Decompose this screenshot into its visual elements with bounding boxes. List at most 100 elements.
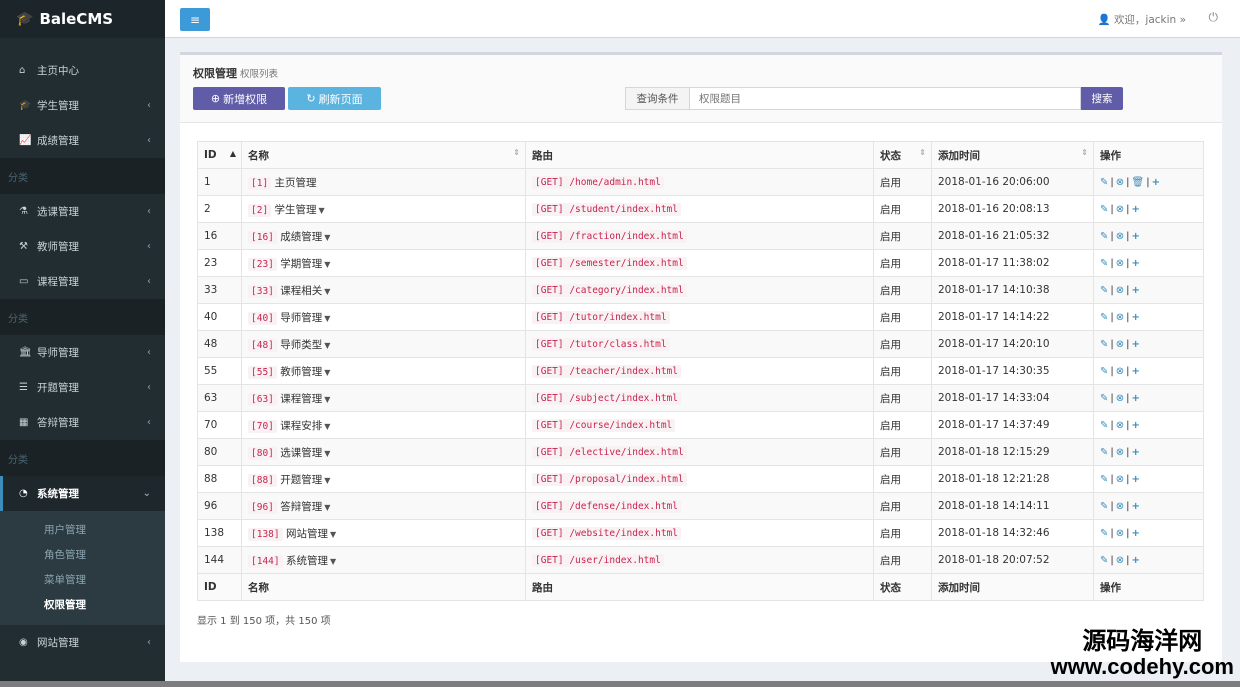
toggle-status-icon[interactable]: ⊗ [1116,447,1124,458]
sidebar-item-proposal[interactable]: ☰ 开题管理 ‹ [0,370,165,405]
edit-icon[interactable]: ✎ [1100,177,1108,188]
caret-down-icon[interactable]: ▼ [324,314,330,323]
rss-icon: ◉ [19,637,28,648]
column-header-status[interactable]: 状态 ⇕ [873,141,932,169]
toggle-status-icon[interactable]: ⊗ [1116,258,1124,269]
add-child-icon[interactable]: + [1132,204,1140,215]
caret-down-icon[interactable]: ▼ [330,557,336,566]
caret-down-icon[interactable]: ▼ [319,206,325,215]
edit-icon[interactable]: ✎ [1100,555,1108,566]
footer-header-name: 名称 [241,573,526,601]
toggle-status-icon[interactable]: ⊗ [1116,231,1124,242]
add-child-icon[interactable]: + [1132,420,1140,431]
add-child-icon[interactable]: + [1152,177,1160,188]
sidebar-subitem-roles[interactable]: 角色管理 [0,542,165,567]
edit-icon[interactable]: ✎ [1100,393,1108,404]
table-row: 144 [144] 系统管理 ▼ [GET] /user/index.html 启用 20… [197,546,1204,574]
sidebar-subitem-permissions[interactable]: 权限管理 [0,592,165,617]
edit-icon[interactable]: ✎ [1100,420,1108,431]
toggle-status-icon[interactable]: ⊗ [1116,528,1124,539]
add-child-icon[interactable]: + [1132,231,1140,242]
caret-down-icon[interactable]: ▼ [324,287,330,296]
cell-status: 启用 [873,492,932,520]
caret-down-icon[interactable]: ▼ [324,233,330,242]
toggle-status-icon[interactable]: ⊗ [1116,501,1124,512]
toggle-status-icon[interactable]: ⊗ [1116,204,1124,215]
caret-down-icon[interactable]: ▼ [324,422,330,431]
add-child-icon[interactable]: + [1132,285,1140,296]
sidebar-item-teacher[interactable]: ⚒ 教师管理 ‹ [0,229,165,264]
edit-icon[interactable]: ✎ [1100,258,1108,269]
add-child-icon[interactable]: + [1132,447,1140,458]
edit-icon[interactable]: ✎ [1100,231,1108,242]
permission-name: 教师管理 [280,365,323,378]
edit-icon[interactable]: ✎ [1100,366,1108,377]
cell-status: 启用 [873,546,932,574]
edit-icon[interactable]: ✎ [1100,447,1108,458]
user-menu[interactable]: 👤 欢迎，jackin » [1098,12,1186,27]
add-child-icon[interactable]: + [1132,528,1140,539]
toggle-status-icon[interactable]: ⊗ [1116,555,1124,566]
column-header-name[interactable]: 名称 ⇕ [241,141,526,169]
sidebar-subitem-menus[interactable]: 菜单管理 [0,567,165,592]
sidebar-toggle-button[interactable]: ≡ [180,8,210,31]
edit-icon[interactable]: ✎ [1100,528,1108,539]
sidebar-item-home[interactable]: ⌂ 主页中心 [0,53,165,88]
caret-down-icon[interactable]: ▼ [330,530,336,539]
add-child-icon[interactable]: + [1132,366,1140,377]
add-child-icon[interactable]: + [1132,258,1140,269]
toggle-status-icon[interactable]: ⊗ [1116,366,1124,377]
trash-icon[interactable]: 🗑 [1132,177,1145,188]
sidebar-item-score[interactable]: 📈 成绩管理 ‹ [0,123,165,158]
refresh-page-button[interactable]: ↻ 刷新页面 [288,87,381,110]
add-child-icon[interactable]: + [1132,501,1140,512]
caret-down-icon[interactable]: ▼ [324,260,330,269]
column-header-time[interactable]: 添加时间 ⇕ [931,141,1094,169]
search-input[interactable] [689,87,1081,110]
sidebar-item-course[interactable]: ▭ 课程管理 ‹ [0,264,165,299]
sidebar-item-elective[interactable]: ⚗ 选课管理 ‹ [0,194,165,229]
pagination-info: 显示 1 到 150 项，共 150 项 [197,616,331,627]
toggle-status-icon[interactable]: ⊗ [1116,339,1124,350]
sidebar-item-defense[interactable]: ▦ 答辩管理 ‹ [0,405,165,440]
permission-tag: [80] [248,446,277,460]
add-child-icon[interactable]: + [1132,474,1140,485]
toggle-status-icon[interactable]: ⊗ [1116,285,1124,296]
search-button[interactable]: 搜索 [1081,87,1123,110]
brand-logo[interactable]: 🎓 BaleCMS [0,0,165,38]
edit-icon[interactable]: ✎ [1100,285,1108,296]
power-icon[interactable]: ⏻ [1209,10,1219,25]
caret-down-icon[interactable]: ▼ [324,503,330,512]
column-header-id[interactable]: ID ▲ [197,141,242,169]
edit-icon[interactable]: ✎ [1100,501,1108,512]
toggle-status-icon[interactable]: ⊗ [1116,420,1124,431]
cell-actions: ✎ | ⊗ | + [1093,249,1204,277]
add-permission-button[interactable]: ⊕ 新增权限 [193,87,285,110]
caret-down-icon[interactable]: ▼ [324,449,330,458]
sidebar-subitem-users[interactable]: 用户管理 [0,517,165,542]
caret-down-icon[interactable]: ▼ [324,476,330,485]
add-child-icon[interactable]: + [1132,393,1140,404]
edit-icon[interactable]: ✎ [1100,312,1108,323]
sidebar-item-website[interactable]: ◉ 网站管理 ‹ [0,625,165,660]
caret-down-icon[interactable]: ▼ [324,341,330,350]
edit-icon[interactable]: ✎ [1100,339,1108,350]
sidebar-item-system[interactable]: ◔ 系统管理 ⌄ [0,476,165,511]
watermark-line1: 源码海洋网 [1082,627,1203,656]
permission-name: 成绩管理 [280,230,323,243]
edit-icon[interactable]: ✎ [1100,204,1108,215]
toggle-status-icon[interactable]: ⊗ [1116,312,1124,323]
edit-icon[interactable]: ✎ [1100,474,1108,485]
add-child-icon[interactable]: + [1132,555,1140,566]
add-child-icon[interactable]: + [1132,339,1140,350]
caret-down-icon[interactable]: ▼ [324,395,330,404]
cell-route: [GET] /fraction/index.html [525,222,874,250]
caret-down-icon[interactable]: ▼ [324,368,330,377]
route-code: [GET] /course/index.html [532,419,676,432]
sidebar-item-tutor[interactable]: 🏛 导师管理 ‹ [0,335,165,370]
add-child-icon[interactable]: + [1132,312,1140,323]
sidebar-item-student[interactable]: 🎓 学生管理 ‹ [0,88,165,123]
toggle-status-icon[interactable]: ⊗ [1116,393,1124,404]
toggle-status-icon[interactable]: ⊗ [1116,177,1124,188]
toggle-status-icon[interactable]: ⊗ [1116,474,1124,485]
